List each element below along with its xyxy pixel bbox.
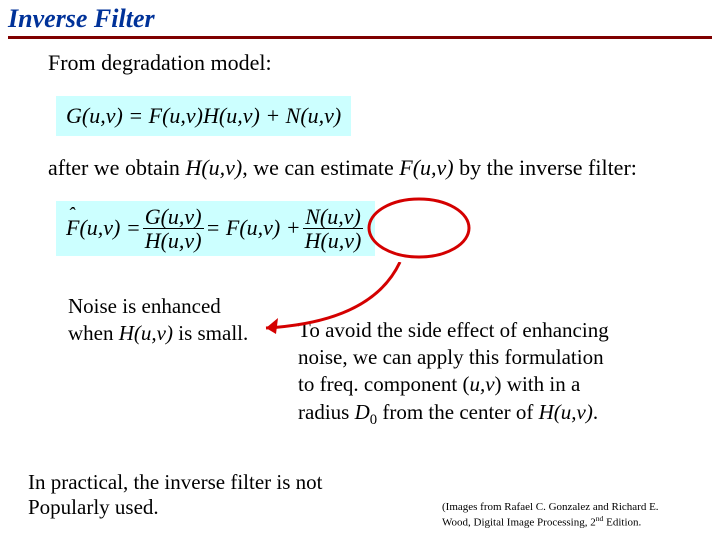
red-ellipse-icon [364, 195, 474, 261]
credit-l1: (Images from Rafael C. Gonzalez and Rich… [442, 501, 702, 514]
avoid-l4-h: H(u,v) [539, 400, 593, 424]
eq2-frac2: N(u,v) H(u,v) [303, 205, 364, 252]
eq2-frac1-num: G(u,v) [143, 205, 204, 228]
line2-h: H(u,v) [185, 155, 242, 180]
intro-line: From degradation model: [48, 49, 680, 78]
avoid-text: To avoid the side effect of enhancing no… [298, 293, 680, 430]
equation-inverse-wrap: F(u,v) = G(u,v) H(u,v) = F(u,v) + N(u,v)… [56, 201, 680, 257]
avoid-l2: noise, we can apply this formulation [298, 344, 680, 371]
avoid-l4-pre: radius [298, 400, 355, 424]
avoid-l1: To avoid the side effect of enhancing [298, 317, 680, 344]
avoid-l3-uv: u,v [469, 372, 494, 396]
noise-l2-post: is small. [173, 321, 248, 345]
noise-l2-pre: when [68, 321, 119, 345]
equation-inverse: F(u,v) = G(u,v) H(u,v) = F(u,v) + N(u,v)… [56, 201, 375, 256]
avoid-l4: radius D0 from the center of H(u,v). [298, 399, 680, 430]
eq2-frac2-den: H(u,v) [303, 229, 364, 252]
eq2-lhs-f: F [66, 214, 79, 243]
line2-mid: , we can estimate [242, 155, 399, 180]
page-title: Inverse Filter [0, 0, 720, 36]
avoid-l3-pre: to freq. component ( [298, 372, 469, 396]
avoid-l4-end: . [593, 400, 598, 424]
explain-line: after we obtain H(u,v), we can estimate … [48, 154, 680, 183]
practical-l2: Popularly used. [28, 495, 368, 520]
eq2-lhs-rest: (u,v) = [79, 214, 140, 243]
eq1-lhs: G(u,v) = [66, 103, 143, 128]
title-rule [8, 36, 712, 39]
noise-l1: Noise is enhanced [68, 293, 278, 320]
credit-l2: Wood, Digital Image Processing, 2nd Edit… [442, 514, 702, 530]
practical-l1: In practical, the inverse filter is not [28, 470, 368, 495]
equation-degradation: G(u,v) = F(u,v)H(u,v) + N(u,v) [56, 96, 351, 137]
line2-pre: after we obtain [48, 155, 185, 180]
credit-l2-pre: Wood, Digital Image Processing, 2 [442, 517, 596, 529]
eq2-mid: = F(u,v) + [206, 214, 301, 243]
eq2-frac1: G(u,v) H(u,v) [143, 205, 204, 252]
line2-f: F(u,v) [399, 155, 453, 180]
avoid-l4-d: D [355, 400, 370, 424]
content-area: From degradation model: G(u,v) = F(u,v)H… [0, 49, 720, 430]
avoid-l3: to freq. component (u,v) with in a [298, 371, 680, 398]
noise-text: Noise is enhanced when H(u,v) is small. [48, 293, 278, 430]
avoid-l3-post: ) with in a [495, 372, 581, 396]
practical-text: In practical, the inverse filter is not … [28, 470, 368, 520]
noise-l2: when H(u,v) is small. [68, 320, 278, 347]
line2-post: by the inverse filter: [454, 155, 637, 180]
eq2-frac1-den: H(u,v) [143, 229, 204, 252]
noise-l2-h: H(u,v) [119, 321, 173, 345]
eq1-rhs: F(u,v)H(u,v) + N(u,v) [149, 103, 342, 128]
eq2-frac2-num: N(u,v) [303, 205, 363, 228]
image-credit: (Images from Rafael C. Gonzalez and Rich… [442, 501, 702, 530]
credit-l2-post: Edition. [603, 517, 641, 529]
avoid-l4-mid: from the center of [377, 400, 539, 424]
avoid-l4-sub: 0 [370, 412, 377, 428]
bottom-row: Noise is enhanced when H(u,v) is small. … [48, 293, 680, 430]
